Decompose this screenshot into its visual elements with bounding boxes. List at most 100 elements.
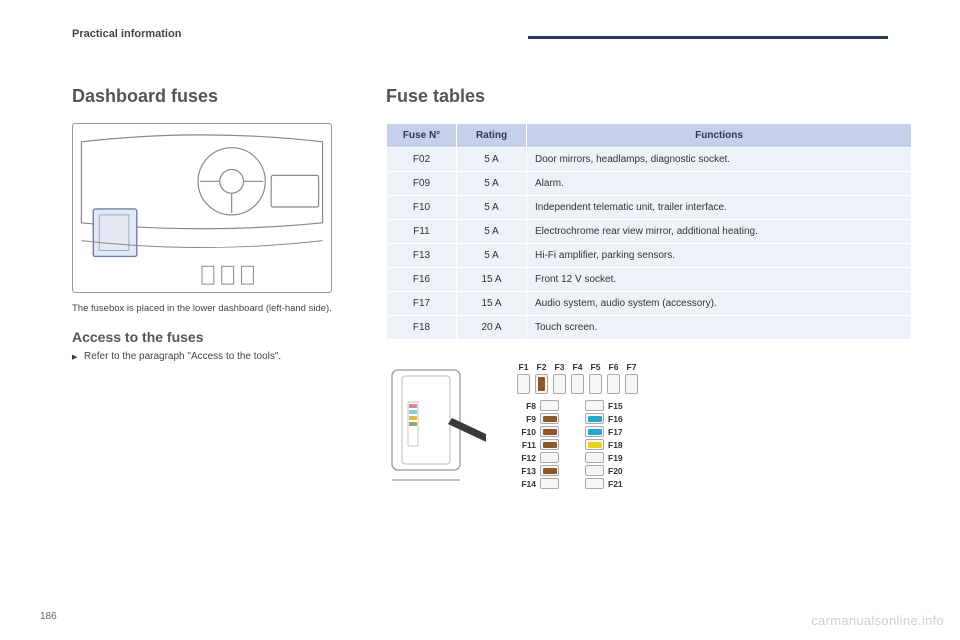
fuse-label: F15 [608,401,628,411]
fuse-slot-left: F8 [516,400,559,411]
fuse-label: F2 [534,362,549,372]
fuse-slot-left: F13 [516,465,559,476]
fuse-label: F10 [516,427,536,437]
fuse-slot-right: F19 [585,452,628,463]
fuse-label: F6 [606,362,621,372]
cell-function: Front 12 V socket. [527,268,912,292]
table-row: F115 AElectrochrome rear view mirror, ad… [387,220,912,244]
table-row: F095 AAlarm. [387,172,912,196]
fuse-slot-icon [585,426,604,437]
table-row: F1615 AFront 12 V socket. [387,268,912,292]
fuse-slot-icon [585,452,604,463]
fuse-label: F16 [608,414,628,424]
fuse-slot-right: F16 [585,413,628,424]
cell-rating: 5 A [457,172,527,196]
cell-fuse-no: F11 [387,220,457,244]
fuse-slot-icon [625,374,638,394]
fuse-label: F7 [624,362,639,372]
fuse-slot-left: F11 [516,439,559,450]
fuse-slot-top: F5 [588,362,603,394]
fuse-slot-icon [585,439,604,450]
fuse-slot-icon [517,374,530,394]
watermark: carmanualsonline.info [811,613,944,628]
dashboard-fuses-title: Dashboard fuses [72,86,342,107]
table-row: F025 ADoor mirrors, headlamps, diagnosti… [387,148,912,172]
cell-function: Door mirrors, headlamps, diagnostic sock… [527,148,912,172]
col-fuse-no: Fuse N° [387,124,457,148]
cell-function: Alarm. [527,172,912,196]
cell-rating: 15 A [457,268,527,292]
cell-function: Audio system, audio system (accessory). [527,292,912,316]
fuse-layout-diagram: F1F2F3F4F5F6F7 F8 F9 F10 F11 F12 F13 F14 F15 F1… [516,362,639,489]
cell-rating: 5 A [457,244,527,268]
cell-function: Independent telematic unit, trailer inte… [527,196,912,220]
fuse-label: F5 [588,362,603,372]
table-row: F135 AHi-Fi amplifier, parking sensors. [387,244,912,268]
fuse-slot-right: F18 [585,439,628,450]
fuse-label: F17 [608,427,628,437]
fuse-slot-top: F1 [516,362,531,394]
fuse-tables-title: Fuse tables [386,86,912,107]
fuse-label: F9 [516,414,536,424]
cell-function: Electrochrome rear view mirror, addition… [527,220,912,244]
fuse-label: F4 [570,362,585,372]
fuse-slot-icon [585,413,604,424]
fuse-slot-icon [585,465,604,476]
fuse-label: F14 [516,479,536,489]
cell-function: Hi-Fi amplifier, parking sensors. [527,244,912,268]
section-heading: Practical information [72,28,181,40]
fuse-label: F11 [516,440,536,450]
fuse-slot-icon [607,374,620,394]
fuse-slot-icon [540,426,559,437]
access-bullet: Refer to the paragraph "Access to the to… [84,351,342,362]
cell-fuse-no: F18 [387,316,457,340]
fusebox-location-caption: The fusebox is placed in the lower dashb… [72,303,342,315]
table-row: F105 AIndependent telematic unit, traile… [387,196,912,220]
cell-fuse-no: F13 [387,244,457,268]
fuse-slot-icon [540,465,559,476]
page-number: 186 [40,611,57,622]
col-functions: Functions [527,124,912,148]
cell-fuse-no: F16 [387,268,457,292]
fuse-slot-left: F10 [516,426,559,437]
fuse-slot-right: F20 [585,465,628,476]
fuse-slot-icon [535,374,548,394]
cell-fuse-no: F02 [387,148,457,172]
fuse-slot-icon [585,478,604,489]
fuse-slot-top: F6 [606,362,621,394]
cell-rating: 5 A [457,148,527,172]
col-rating: Rating [457,124,527,148]
fuse-slot-icon [540,452,559,463]
cell-fuse-no: F09 [387,172,457,196]
fuse-label: F21 [608,479,628,489]
fuse-slot-right: F17 [585,426,628,437]
access-fuses-subtitle: Access to the fuses [72,329,342,345]
fuse-label: F18 [608,440,628,450]
fuse-slot-icon [540,400,559,411]
fuse-slot-icon [553,374,566,394]
fuse-slot-top: F7 [624,362,639,394]
cell-rating: 20 A [457,316,527,340]
fuse-slot-top: F4 [570,362,585,394]
fuse-slot-icon [571,374,584,394]
cell-rating: 5 A [457,196,527,220]
fuse-label: F20 [608,466,628,476]
fuse-slot-icon [585,400,604,411]
fuse-table: Fuse N° Rating Functions F025 ADoor mirr… [386,123,912,340]
fuse-slot-left: F14 [516,478,559,489]
cell-fuse-no: F10 [387,196,457,220]
fuse-slot-icon [540,413,559,424]
fuse-label: F19 [608,453,628,463]
header-rule [528,36,888,39]
fuse-label: F8 [516,401,536,411]
fusebox-exterior-illustration [386,362,486,492]
fuse-slot-left: F12 [516,452,559,463]
fuse-slot-icon [540,478,559,489]
cell-function: Touch screen. [527,316,912,340]
fuse-slot-right: F21 [585,478,628,489]
fuse-slot-top: F3 [552,362,567,394]
fuse-slot-icon [540,439,559,450]
dashboard-illustration [72,123,332,293]
fuse-label: F13 [516,466,536,476]
fuse-slot-left: F9 [516,413,559,424]
